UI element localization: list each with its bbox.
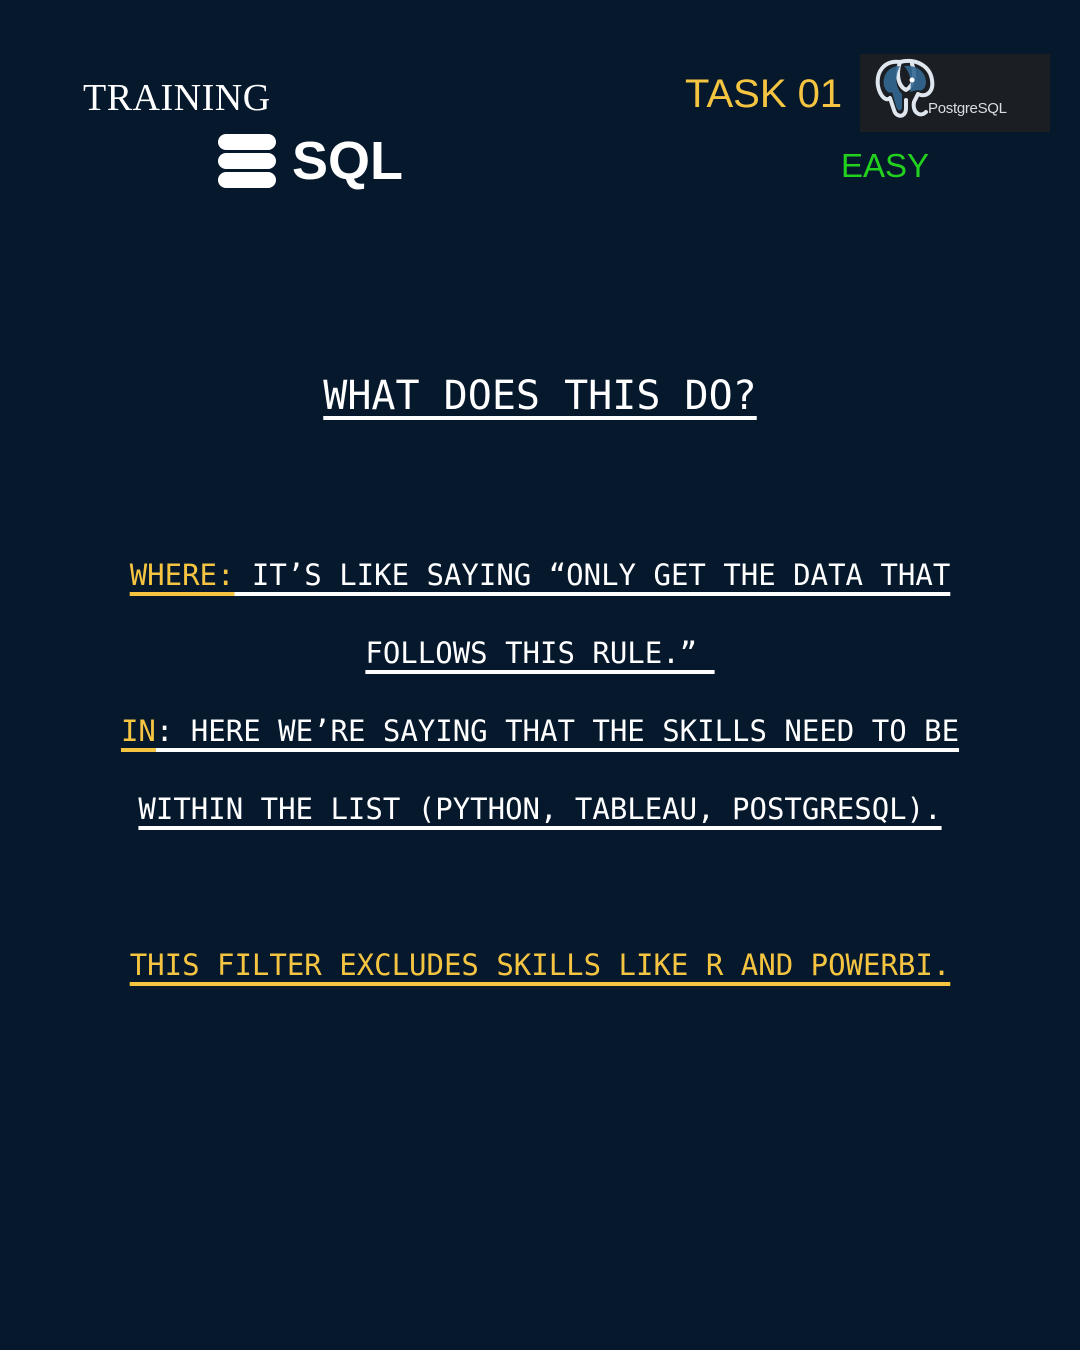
postgresql-logo-text: PostgreSQL bbox=[928, 100, 1007, 117]
in-line-1: IN: HERE WE’RE SAYING THAT THE SKILLS NE… bbox=[0, 714, 1080, 749]
where-line-1: WHERE: IT’S LIKE SAYING “ONLY GET THE DA… bbox=[0, 558, 1080, 593]
where-explanation-1: IT’S LIKE SAYING “ONLY GET THE DATA THAT bbox=[234, 558, 951, 592]
elephant-icon bbox=[875, 59, 935, 118]
filter-note-text: THIS FILTER EXCLUDES SKILLS LIKE R AND P… bbox=[129, 948, 951, 982]
filter-note: THIS FILTER EXCLUDES SKILLS LIKE R AND P… bbox=[0, 948, 1080, 983]
sql-logo-text: SQL bbox=[292, 131, 404, 191]
in-explanation-1: : HERE WE’RE SAYING THAT THE SKILLS NEED… bbox=[155, 714, 960, 748]
in-explanation-2: WITHIN THE LIST (PYTHON, TABLEAU, POSTGR… bbox=[138, 792, 942, 826]
postgresql-logo: PostgreSQL bbox=[860, 54, 1050, 132]
difficulty-label: EASY bbox=[841, 147, 930, 184]
where-explanation-2: FOLLOWS THIS RULE.” bbox=[365, 636, 715, 670]
question-heading: WHAT DOES THIS DO? bbox=[0, 372, 1080, 419]
training-label: TRAINING bbox=[83, 77, 271, 119]
in-keyword: IN bbox=[120, 714, 156, 748]
where-line-2: FOLLOWS THIS RULE.” bbox=[0, 636, 1080, 671]
sql-logo: SQL bbox=[216, 128, 403, 194]
in-line-2: WITHIN THE LIST (PYTHON, TABLEAU, POSTGR… bbox=[0, 792, 1080, 827]
task-label: TASK 01 bbox=[685, 72, 843, 116]
question-text: WHAT DOES THIS DO? bbox=[323, 373, 757, 419]
where-keyword: WHERE: bbox=[129, 558, 235, 592]
database-icon bbox=[218, 134, 276, 188]
